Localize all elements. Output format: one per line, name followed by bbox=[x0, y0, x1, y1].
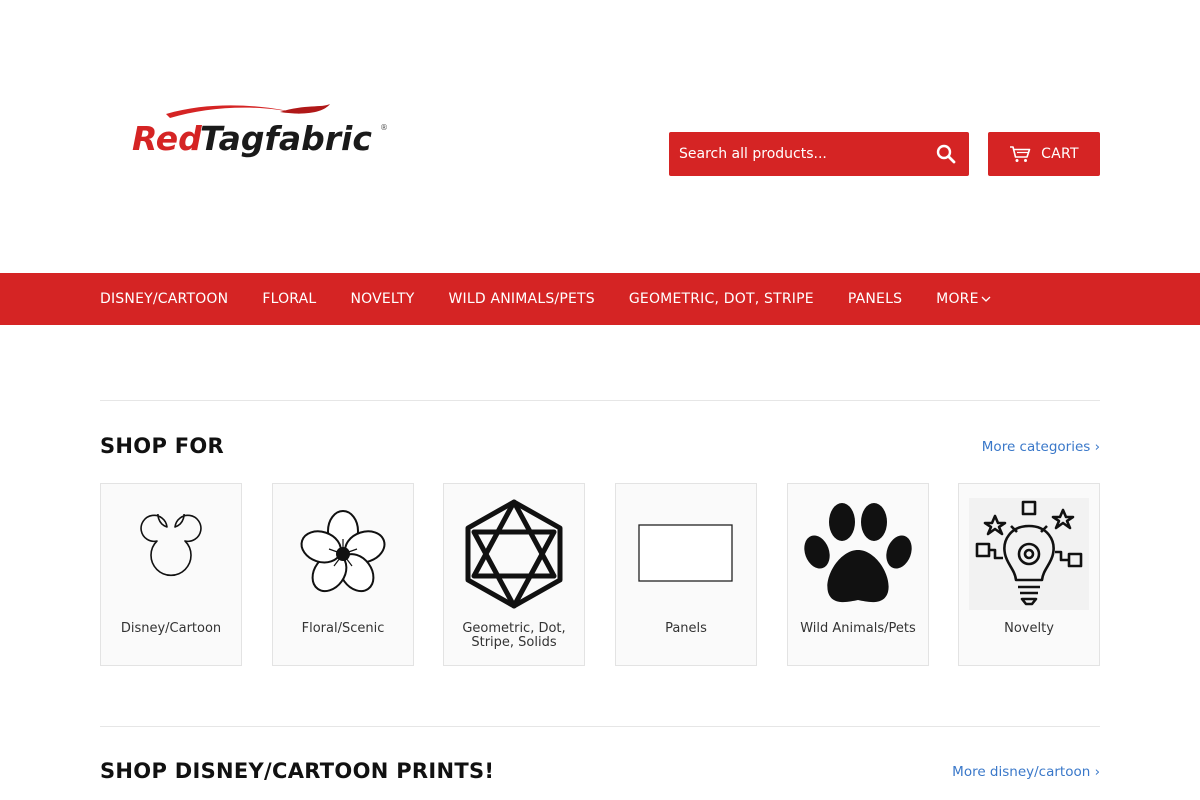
nav-label: WILD ANIMALS/PETS bbox=[448, 291, 595, 307]
category-card-novelty[interactable]: Novelty bbox=[958, 483, 1100, 666]
geometric-hexagon-icon bbox=[444, 496, 584, 612]
category-label: Disney/Cartoon bbox=[120, 621, 222, 636]
search-button[interactable] bbox=[923, 132, 969, 176]
main-navigation: DISNEY/CARTOON FLORAL NOVELTY WILD ANIMA… bbox=[0, 273, 1200, 325]
cart-button[interactable]: CART bbox=[988, 132, 1100, 176]
category-label: Geometric, Dot, Stripe, Solids bbox=[462, 621, 566, 650]
section-divider bbox=[100, 400, 1100, 401]
nav-item-panels[interactable]: PANELS bbox=[848, 291, 902, 307]
nav-label: NOVELTY bbox=[350, 291, 415, 307]
redtagfabric-logo-image: Red Tagfabric ® bbox=[132, 104, 388, 158]
search-input[interactable] bbox=[669, 132, 923, 176]
svg-text:®: ® bbox=[380, 123, 388, 132]
nav-label: GEOMETRIC, DOT, STRIPE bbox=[628, 291, 814, 307]
nav-item-disney-cartoon[interactable]: DISNEY/CARTOON bbox=[100, 291, 228, 307]
nav-label: DISNEY/CARTOON bbox=[100, 291, 229, 307]
category-card-disney-cartoon[interactable]: Disney/Cartoon bbox=[100, 483, 242, 666]
section-title-disney-prints: SHOP DISNEY/CARTOON PRINTS! bbox=[100, 759, 495, 783]
category-grid: Disney/Cartoon Floral/Scenic Geometric, … bbox=[100, 483, 1100, 666]
category-label: Wild Animals/Pets bbox=[800, 621, 916, 636]
category-card-geometric[interactable]: Geometric, Dot, Stripe, Solids bbox=[443, 483, 585, 666]
more-disney-cartoon-link[interactable]: More disney/cartoon › bbox=[952, 764, 1100, 780]
category-card-panels[interactable]: Panels bbox=[615, 483, 757, 666]
nav-item-wild-animals-pets[interactable]: WILD ANIMALS/PETS bbox=[448, 291, 594, 307]
nav-label: MORE bbox=[936, 291, 979, 307]
search-bar bbox=[669, 132, 969, 176]
category-card-floral-scenic[interactable]: Floral/Scenic bbox=[272, 483, 414, 666]
svg-text:Red: Red bbox=[132, 119, 202, 158]
cart-label: CART bbox=[1041, 146, 1079, 162]
flower-icon bbox=[273, 496, 413, 612]
mouse-ears-icon bbox=[101, 496, 241, 612]
section-title-shop-for: SHOP FOR bbox=[100, 434, 225, 458]
section-divider bbox=[100, 726, 1100, 727]
more-categories-link[interactable]: More categories › bbox=[982, 439, 1100, 455]
nav-label: PANELS bbox=[847, 291, 903, 307]
category-card-wild-animals-pets[interactable]: Wild Animals/Pets bbox=[787, 483, 929, 666]
nav-item-floral[interactable]: FLORAL bbox=[262, 291, 316, 307]
site-header: Red Tagfabric ® CART bbox=[0, 0, 1200, 273]
lightbulb-gear-icon bbox=[959, 496, 1099, 612]
search-icon bbox=[936, 144, 956, 164]
rectangle-panel-icon bbox=[616, 496, 756, 612]
chevron-down-icon bbox=[981, 295, 991, 303]
svg-text:Tagfabric: Tagfabric bbox=[200, 119, 372, 158]
nav-label: FLORAL bbox=[262, 291, 317, 307]
nav-item-novelty[interactable]: NOVELTY bbox=[350, 291, 414, 307]
category-label: Floral/Scenic bbox=[301, 621, 385, 636]
paw-print-icon bbox=[788, 496, 928, 612]
category-label: Panels bbox=[665, 621, 707, 636]
brand-logo[interactable]: Red Tagfabric ® bbox=[130, 100, 390, 162]
nav-item-more[interactable]: MORE bbox=[936, 291, 991, 307]
category-label: Novelty bbox=[1004, 621, 1054, 636]
cart-icon bbox=[1009, 145, 1031, 163]
nav-item-geometric-dot-stripe[interactable]: GEOMETRIC, DOT, STRIPE bbox=[629, 291, 814, 307]
